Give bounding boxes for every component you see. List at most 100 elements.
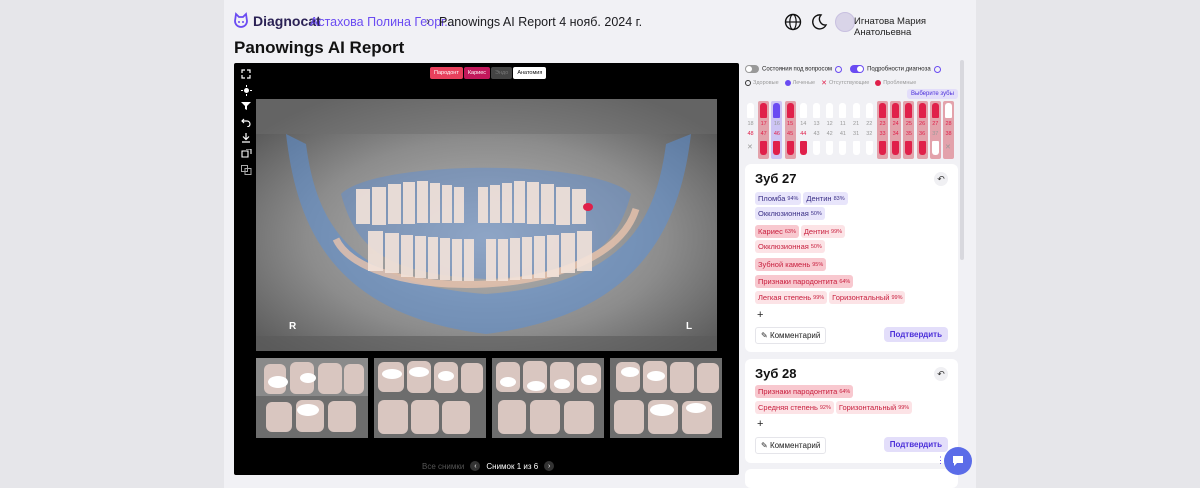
tooth-chart[interactable]: 18 48 ✕ 17 47 16 46 15 45 14 44 13 43 12 42 11 41 21 31 22 3… xyxy=(745,101,958,159)
filter-icon[interactable] xyxy=(238,99,254,113)
toggle-switch[interactable] xyxy=(850,65,865,73)
brightness-icon[interactable] xyxy=(238,83,254,97)
tooth-column[interactable]: 23 33 xyxy=(877,101,888,159)
finding-tag[interactable]: Горизонтальный 99% xyxy=(835,401,913,414)
finding-tag[interactable]: Окклюзионная 50% xyxy=(755,240,825,253)
toggle-details[interactable]: Подробности диагноза xyxy=(850,65,941,73)
thumbnail[interactable] xyxy=(374,358,486,438)
download-icon[interactable] xyxy=(238,131,254,145)
undo-icon[interactable]: ↶ xyxy=(934,172,948,186)
toggle-questionable[interactable]: Состояния под вопросом xyxy=(745,65,843,73)
finding-tag[interactable]: Признаки пародонтита 64% xyxy=(755,385,854,398)
next-image-button[interactable]: › xyxy=(544,461,555,471)
finding-tag[interactable]: Горизонтальный 99% xyxy=(829,291,906,304)
tooth-column[interactable]: 16 46 xyxy=(771,101,783,159)
info-icon[interactable] xyxy=(835,65,843,73)
tooth-lower-icon xyxy=(826,141,834,155)
undo-icon[interactable]: ↶ xyxy=(934,367,948,381)
prev-image-button[interactable]: ‹ xyxy=(470,461,481,471)
missing-icon: ✕ xyxy=(821,80,827,87)
compare-icon[interactable] xyxy=(238,163,254,177)
tooth-column[interactable]: 11 41 xyxy=(837,101,848,159)
comment-button[interactable]: ✎ Комментарий xyxy=(755,327,827,344)
tooth-column[interactable]: 27 37 xyxy=(929,101,941,159)
chat-icon xyxy=(953,456,963,466)
breadcrumb-report: Panowings AI Report 4 нояб. 2024 г. xyxy=(439,15,643,29)
tooth-column[interactable]: 13 43 xyxy=(811,101,822,159)
comment-button[interactable]: ✎ Комментарий xyxy=(755,437,827,454)
tooth-number: 34 xyxy=(892,131,899,137)
tooth-column[interactable]: 24 34 xyxy=(890,101,902,159)
logo-icon xyxy=(234,12,248,28)
add-finding-button[interactable]: + xyxy=(757,309,763,321)
tooth-column[interactable]: 26 36 xyxy=(916,101,928,159)
tooth-upper-icon xyxy=(747,103,754,118)
tooth-number: 45 xyxy=(787,131,794,137)
info-icon[interactable] xyxy=(933,65,941,73)
confirm-button[interactable]: Подтвердить xyxy=(883,437,948,452)
expand-icon[interactable] xyxy=(238,67,254,81)
legend-label: Проблемные xyxy=(883,80,917,86)
logo[interactable]: Diagnocat xyxy=(233,12,321,29)
tooth-column[interactable]: 25 35 xyxy=(903,101,915,159)
finding-row: Кариес 63% Дентин 99% xyxy=(755,225,846,238)
legend-dot xyxy=(745,80,751,86)
tooth-upper-icon xyxy=(826,103,834,118)
thumbnail[interactable] xyxy=(610,358,722,438)
tooth-column[interactable]: 28 38 ✕ xyxy=(943,101,954,159)
select-teeth-button[interactable]: Выберите зубы xyxy=(907,89,958,99)
finding-row: Зубной камень 95% xyxy=(755,258,827,271)
tooth-upper-icon xyxy=(879,103,886,118)
finding-tag[interactable]: Легкая степень 99% xyxy=(755,291,828,304)
tooth-upper-icon xyxy=(839,103,847,118)
finding-tag[interactable]: Окклюзионная 50% xyxy=(755,207,825,220)
card-title: Зуб 27 xyxy=(755,171,797,186)
undo-icon[interactable] xyxy=(238,115,254,129)
tooth-column[interactable]: 21 31 xyxy=(851,101,862,159)
finding-tag[interactable]: Пломба 94% xyxy=(755,192,802,205)
page-title: Panowings AI Report xyxy=(234,38,405,57)
missing-tooth-icon: ✕ xyxy=(945,144,951,151)
filter-perio[interactable]: Пародонт xyxy=(430,67,463,79)
thumbnail[interactable] xyxy=(256,358,368,438)
split-view-icon[interactable] xyxy=(238,147,254,161)
all-images-link[interactable]: Все снимки xyxy=(422,462,464,471)
tooth-lower-icon xyxy=(760,141,768,155)
bitewing-thumbnails xyxy=(256,358,722,438)
avatar[interactable] xyxy=(835,12,855,32)
finding-tag[interactable]: Дентин 99% xyxy=(800,225,846,238)
chat-support-button[interactable] xyxy=(944,447,972,475)
user-name[interactable]: Игнатова Мария Анатольевна xyxy=(854,16,976,38)
finding-tag[interactable]: Средняя степень 92% xyxy=(755,401,834,414)
legend-treated: Леченые xyxy=(784,79,815,87)
finding-tag[interactable]: Кариес 63% xyxy=(755,225,799,238)
filter-endo[interactable]: Эндо xyxy=(491,67,513,79)
image-viewer[interactable]: Пародонт Кариес Эндо Анатомия R L Все сн… xyxy=(234,63,739,475)
tooth-lower-icon xyxy=(865,141,873,155)
finding-tag[interactable]: Зубной камень 95% xyxy=(755,258,827,271)
filter-caries[interactable]: Кариес xyxy=(463,67,491,79)
add-finding-button[interactable]: + xyxy=(757,418,763,430)
confirm-button[interactable]: Подтвердить xyxy=(883,327,948,342)
tooth-column[interactable]: 14 44 xyxy=(798,101,809,159)
toggle-switch[interactable] xyxy=(745,65,759,73)
panel-scrollbar[interactable] xyxy=(960,60,964,260)
globe-icon[interactable] xyxy=(783,12,803,32)
tooth-upper-icon xyxy=(918,103,926,118)
thumbnail[interactable] xyxy=(492,358,604,438)
finding-tag[interactable]: Признаки пародонтита 64% xyxy=(755,275,854,288)
tooth-column[interactable]: 22 32 xyxy=(864,101,875,159)
tooth-number: 33 xyxy=(879,131,886,137)
filter-anatomy[interactable]: Анатомия xyxy=(513,67,547,79)
tooth-column[interactable]: 18 48 ✕ xyxy=(745,101,756,159)
finding-tag[interactable]: Дентин 83% xyxy=(803,192,848,205)
tooth-column[interactable]: 17 47 xyxy=(758,101,770,159)
tooth-number: 26 xyxy=(919,121,926,127)
tooth-column[interactable]: 12 42 xyxy=(824,101,835,159)
moon-icon[interactable] xyxy=(809,12,829,32)
panoramic-xray[interactable]: R L xyxy=(256,99,717,351)
breadcrumb-patient[interactable]: Астахова Полина Георг... xyxy=(310,15,455,29)
tooth-column[interactable]: 15 45 xyxy=(784,101,796,159)
tooth-number: 44 xyxy=(800,131,807,137)
tooth-lower-icon xyxy=(905,141,913,155)
